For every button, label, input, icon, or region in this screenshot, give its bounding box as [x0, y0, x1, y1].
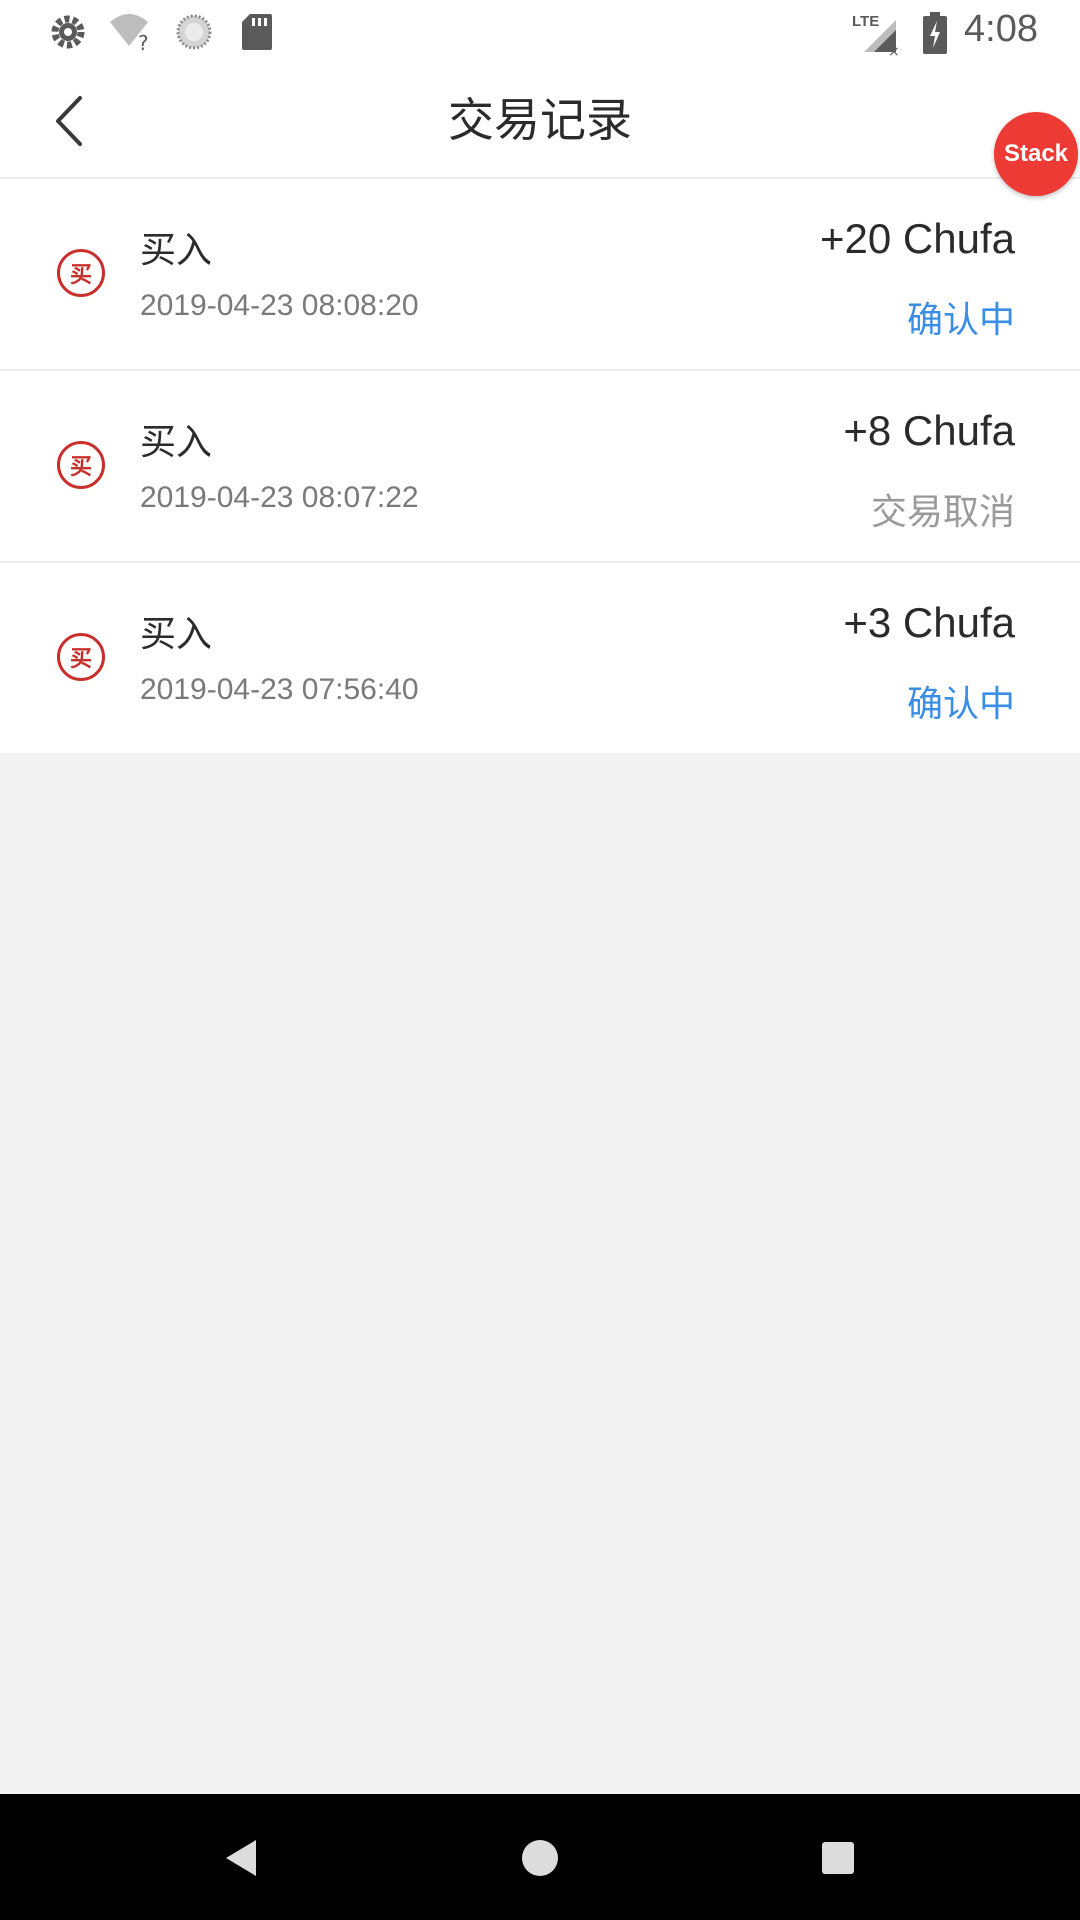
transaction-type: 买入 [140, 230, 213, 271]
transaction-row[interactable]: 买 买入 2019-04-23 07:56:40 +3 Chufa 确认中 [0, 563, 1080, 753]
nav-recents-button[interactable] [810, 1830, 866, 1886]
transaction-time: 2019-04-23 08:07:22 [140, 481, 419, 514]
transaction-type: 买入 [140, 422, 213, 463]
svg-text:?: ? [138, 31, 149, 52]
navigation-bar [0, 1794, 1080, 1920]
transaction-status: 交易取消 [870, 492, 1015, 533]
page-title: 交易记录 [448, 93, 632, 147]
app-bar: 交易记录 [0, 64, 1080, 179]
sd-card-icon [242, 14, 272, 50]
status-clock: 4:08 [964, 8, 1038, 50]
home-circle-icon [522, 1840, 558, 1876]
transaction-time: 2019-04-23 08:08:20 [140, 289, 419, 322]
recents-square-icon [822, 1842, 854, 1874]
gear-icon [51, 15, 85, 49]
transaction-status: 确认中 [906, 300, 1015, 341]
buy-icon: 买 [57, 633, 105, 681]
wifi-unknown-icon: ? [110, 14, 149, 52]
transaction-status: 确认中 [906, 684, 1015, 725]
nav-back-button[interactable] [214, 1830, 270, 1886]
transaction-row[interactable]: 买 买入 2019-04-23 08:07:22 +8 Chufa 交易取消 [0, 371, 1080, 563]
buy-icon: 买 [57, 441, 105, 489]
sync-icon [176, 14, 212, 50]
transaction-amount: +3 Chufa [843, 599, 1015, 646]
lte-signal-icon: LTE × [852, 13, 900, 56]
back-triangle-icon [226, 1840, 256, 1876]
status-bar: ? LTE × 4:08 [0, 0, 1080, 64]
svg-text:×: × [888, 44, 900, 56]
nav-home-button[interactable] [512, 1830, 568, 1886]
transaction-amount: +20 Chufa [820, 215, 1015, 262]
transaction-type: 买入 [140, 614, 213, 655]
transaction-row[interactable]: 买 买入 2019-04-23 08:08:20 +20 Chufa 确认中 [0, 179, 1080, 371]
buy-icon: 买 [57, 249, 105, 297]
svg-text:LTE: LTE [852, 13, 879, 30]
transaction-list: 买 买入 2019-04-23 08:08:20 +20 Chufa 确认中 买… [0, 179, 1080, 753]
transaction-time: 2019-04-23 07:56:40 [140, 673, 419, 706]
transaction-amount: +8 Chufa [843, 407, 1015, 454]
battery-charging-icon [923, 12, 947, 54]
stack-badge[interactable]: Stack [994, 112, 1078, 196]
